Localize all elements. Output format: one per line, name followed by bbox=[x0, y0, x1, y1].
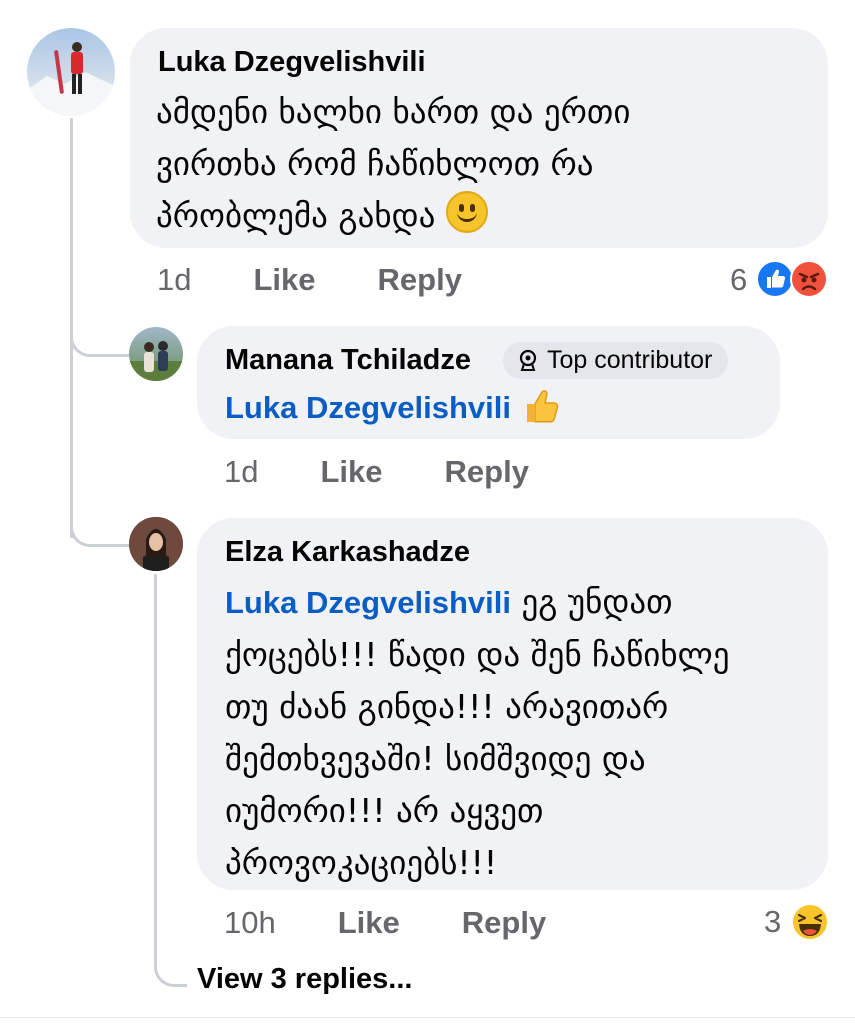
reply-text-line: პროვოკაციებს!!! bbox=[225, 843, 498, 882]
reply-actions: 1d Like Reply bbox=[224, 454, 591, 490]
mention-link[interactable]: Luka Dzegvelishvili bbox=[225, 585, 511, 620]
comment-text: ამდენი ხალხი ხართ და ერთი ვირთხა რომ ჩაწ… bbox=[156, 86, 816, 242]
reply-bubble[interactable]: Manana Tchiladze Top contributor Luka Dz… bbox=[197, 326, 780, 439]
reply-button[interactable]: Reply bbox=[378, 262, 462, 297]
comment-text-line: პრობლემა გახდა bbox=[156, 190, 816, 242]
comment-text-line: ვირთხა რომ ჩაწიხლოთ რა bbox=[156, 144, 594, 183]
thread-connector-reply-2 bbox=[70, 508, 131, 547]
avatar-photo-icon bbox=[27, 42, 115, 116]
reaction-summary[interactable]: 6 bbox=[730, 258, 830, 300]
comment-author[interactable]: Luka Dzegvelishvili bbox=[158, 46, 426, 79]
reply-time[interactable]: 1d bbox=[224, 454, 258, 489]
top-contributor-badge: Top contributor bbox=[503, 342, 729, 379]
like-button[interactable]: Like bbox=[320, 454, 382, 489]
avatar-photo-icon bbox=[129, 341, 183, 381]
reply-button[interactable]: Reply bbox=[462, 905, 546, 940]
reply-author[interactable]: Manana Tchiladze bbox=[225, 344, 471, 377]
slightly-smiling-face-icon bbox=[445, 191, 488, 233]
mention-link[interactable]: Luka Dzegvelishvili bbox=[225, 390, 511, 425]
avatar[interactable] bbox=[129, 327, 183, 381]
reply-text-line: შემთხვევაში! სიმშვიდე და bbox=[225, 739, 646, 778]
haha-reaction-icon bbox=[791, 903, 829, 941]
reply-text-segment: ეგ უნდათ bbox=[521, 582, 673, 621]
reply-bubble[interactable]: Elza Karkashadze Luka Dzegvelishvili ეგ … bbox=[197, 518, 828, 890]
comment-text-line: ამდენი ხალხი ხართ და ერთი bbox=[156, 92, 631, 131]
reply-actions: 10h Like Reply bbox=[224, 905, 608, 941]
comment-actions: 1d Like Reply bbox=[157, 262, 524, 298]
comment-bubble[interactable]: Luka Dzegvelishvili ამდენი ხალხი ხართ და… bbox=[130, 28, 828, 248]
like-reaction-icon bbox=[756, 260, 794, 298]
comment-time[interactable]: 1d bbox=[157, 262, 191, 297]
like-button[interactable]: Like bbox=[253, 262, 315, 297]
reaction-summary[interactable]: 3 bbox=[764, 900, 834, 944]
reply-time[interactable]: 10h bbox=[224, 905, 276, 940]
view-replies-link[interactable]: View 3 replies... bbox=[197, 963, 412, 996]
thumbs-up-emoji-icon bbox=[527, 390, 559, 423]
reply-text: Luka Dzegvelishvili ეგ უნდათ ქოცებს!!! წ… bbox=[225, 576, 825, 889]
reaction-count: 6 bbox=[730, 262, 748, 297]
reply-text-line: იუმორი!!! არ აყვეთ bbox=[225, 791, 544, 830]
angry-reaction-icon bbox=[790, 260, 828, 298]
like-button[interactable]: Like bbox=[338, 905, 400, 940]
reply-text-line: თუ ძაან გინდა!!! არავითარ bbox=[225, 687, 669, 726]
bottom-divider bbox=[0, 1017, 855, 1018]
reply-text: Luka Dzegvelishvili bbox=[225, 386, 561, 426]
thread-connector-reply-1 bbox=[70, 318, 131, 357]
reply-text-line: ქოცებს!!! წადი და შენ ჩაწიხლე bbox=[225, 635, 730, 674]
thread-line-replies bbox=[154, 574, 187, 987]
comment-text-segment: პრობლემა გახდა bbox=[156, 196, 436, 235]
avatar-photo-icon bbox=[129, 517, 183, 571]
reply-button[interactable]: Reply bbox=[445, 454, 529, 489]
reply-text-line: Luka Dzegvelishvili ეგ უნდათ bbox=[225, 576, 825, 629]
reaction-count: 3 bbox=[764, 904, 782, 939]
reply-author[interactable]: Elza Karkashadze bbox=[225, 536, 470, 569]
avatar[interactable] bbox=[129, 517, 183, 571]
top-contributor-icon bbox=[519, 349, 537, 371]
avatar[interactable] bbox=[27, 28, 115, 116]
badge-label: Top contributor bbox=[547, 346, 713, 374]
